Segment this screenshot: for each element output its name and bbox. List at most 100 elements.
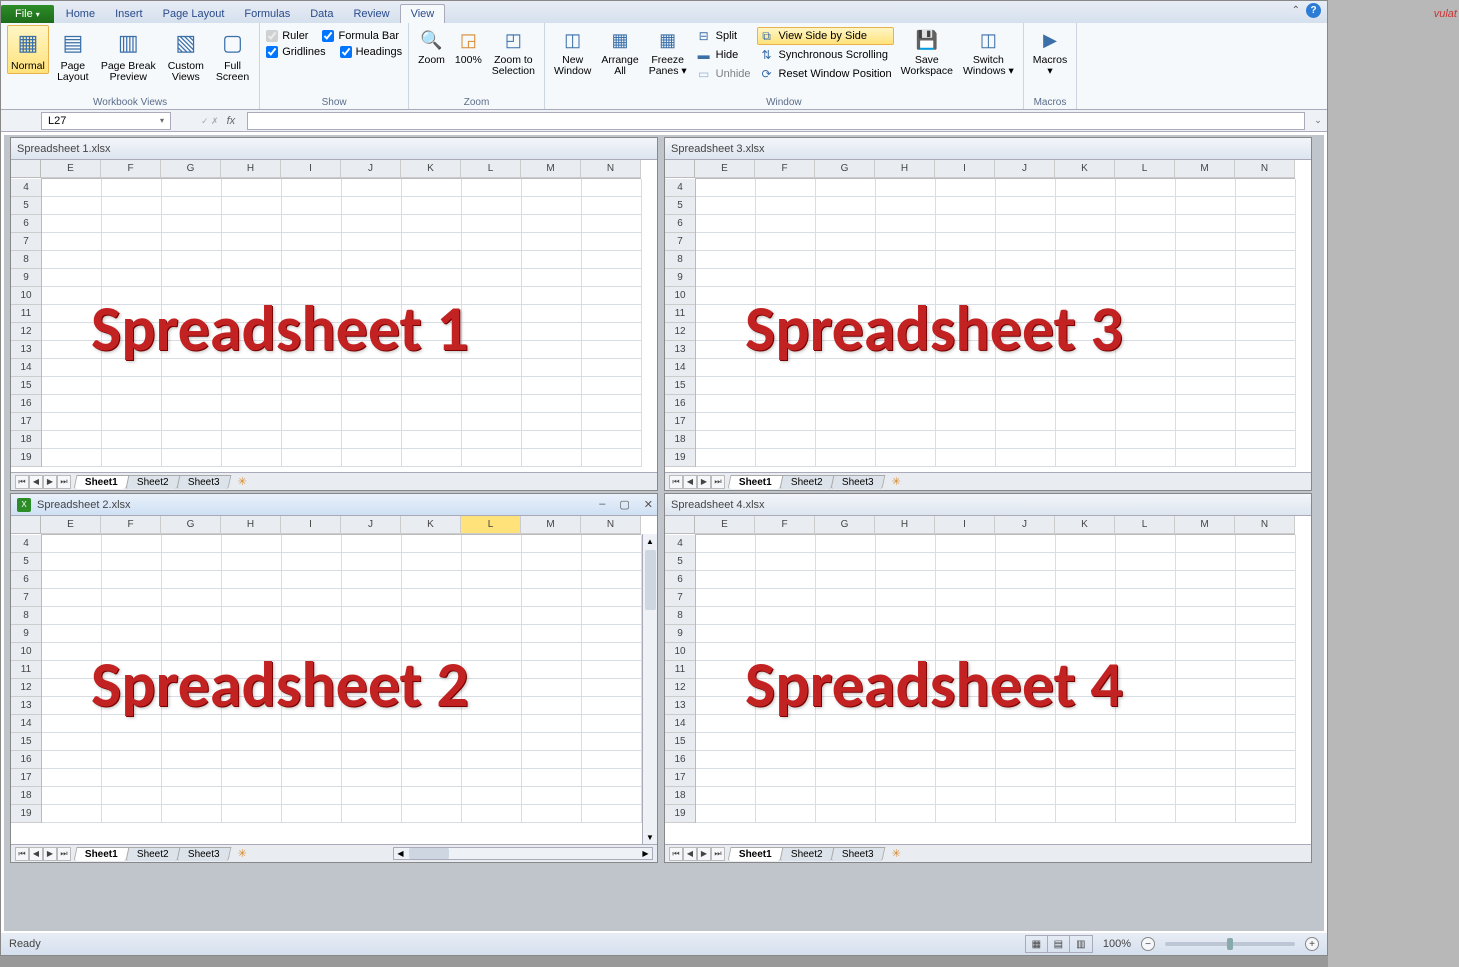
cell[interactable] xyxy=(1176,733,1236,751)
sheet-tab[interactable]: Sheet2 xyxy=(779,475,834,489)
cell[interactable] xyxy=(402,341,462,359)
cell[interactable] xyxy=(42,769,102,787)
page-layout-button[interactable]: ▤ Page Layout xyxy=(53,25,93,85)
cell[interactable] xyxy=(282,215,342,233)
col-header[interactable]: F xyxy=(101,160,161,178)
workbook-titlebar[interactable]: XSpreadsheet 2.xlsx–▢✕ xyxy=(11,494,657,516)
cell[interactable] xyxy=(816,269,876,287)
workbook-window-1[interactable]: Spreadsheet 1.xlsxEFGHIJKLMN456789101112… xyxy=(10,137,658,491)
cell[interactable] xyxy=(996,787,1056,805)
cell[interactable] xyxy=(1176,607,1236,625)
cell[interactable] xyxy=(582,431,642,449)
cell[interactable] xyxy=(1236,535,1296,553)
cell[interactable] xyxy=(42,733,102,751)
row-header[interactable]: 16 xyxy=(665,395,695,413)
cell[interactable] xyxy=(222,395,282,413)
cell[interactable] xyxy=(816,625,876,643)
cell[interactable] xyxy=(342,733,402,751)
cell[interactable] xyxy=(696,359,756,377)
cell[interactable] xyxy=(462,643,522,661)
cell[interactable] xyxy=(696,197,756,215)
cell[interactable] xyxy=(816,251,876,269)
cell[interactable] xyxy=(222,377,282,395)
cell[interactable] xyxy=(522,679,582,697)
cell[interactable] xyxy=(402,715,462,733)
cell[interactable] xyxy=(402,287,462,305)
cell[interactable] xyxy=(756,751,816,769)
cell[interactable] xyxy=(1056,359,1116,377)
cell[interactable] xyxy=(876,359,936,377)
col-header[interactable]: I xyxy=(281,160,341,178)
cell[interactable] xyxy=(996,553,1056,571)
new-sheet-icon[interactable]: ✳ xyxy=(232,475,252,488)
cell[interactable] xyxy=(1056,215,1116,233)
cell[interactable] xyxy=(522,625,582,643)
last-sheet-icon[interactable]: ⏭ xyxy=(711,847,725,861)
cell[interactable] xyxy=(522,697,582,715)
cell[interactable] xyxy=(816,359,876,377)
cell[interactable] xyxy=(1236,787,1296,805)
cell[interactable] xyxy=(342,607,402,625)
cell[interactable] xyxy=(876,553,936,571)
cell[interactable] xyxy=(462,431,522,449)
cell[interactable] xyxy=(756,449,816,467)
sheet-tab[interactable]: Sheet2 xyxy=(779,847,834,861)
cell[interactable] xyxy=(1236,341,1296,359)
cell[interactable] xyxy=(282,553,342,571)
cell[interactable] xyxy=(462,305,522,323)
cell[interactable] xyxy=(1116,589,1176,607)
col-header[interactable]: F xyxy=(755,516,815,534)
cell[interactable] xyxy=(582,607,642,625)
cell[interactable] xyxy=(222,269,282,287)
cell[interactable] xyxy=(162,449,222,467)
cell[interactable] xyxy=(876,625,936,643)
cell[interactable] xyxy=(1056,377,1116,395)
cell[interactable] xyxy=(282,305,342,323)
unhide-button[interactable]: ▭Unhide xyxy=(694,65,753,83)
cell[interactable] xyxy=(402,805,462,823)
cell[interactable] xyxy=(696,287,756,305)
cell[interactable] xyxy=(876,571,936,589)
cell[interactable] xyxy=(462,589,522,607)
cell[interactable] xyxy=(402,769,462,787)
cell[interactable] xyxy=(996,679,1056,697)
cell[interactable] xyxy=(42,697,102,715)
cell[interactable] xyxy=(1236,805,1296,823)
cell[interactable] xyxy=(42,607,102,625)
cell[interactable] xyxy=(162,715,222,733)
cell[interactable] xyxy=(162,751,222,769)
cell[interactable] xyxy=(282,341,342,359)
cell[interactable] xyxy=(222,413,282,431)
cell[interactable] xyxy=(696,697,756,715)
sheet-tab[interactable]: Sheet3 xyxy=(830,847,885,861)
cell[interactable] xyxy=(696,679,756,697)
cell[interactable] xyxy=(402,377,462,395)
cell[interactable] xyxy=(996,251,1056,269)
cell[interactable] xyxy=(816,395,876,413)
cell[interactable] xyxy=(756,733,816,751)
row-header[interactable]: 11 xyxy=(11,661,41,679)
cell[interactable] xyxy=(342,571,402,589)
cell[interactable] xyxy=(582,535,642,553)
cell[interactable] xyxy=(936,341,996,359)
cell[interactable] xyxy=(876,233,936,251)
cell[interactable] xyxy=(42,197,102,215)
tab-page-layout[interactable]: Page Layout xyxy=(153,5,235,23)
cell[interactable] xyxy=(1236,589,1296,607)
workbook-titlebar[interactable]: Spreadsheet 3.xlsx xyxy=(665,138,1311,160)
cell[interactable] xyxy=(162,805,222,823)
col-header[interactable]: G xyxy=(815,160,875,178)
col-header[interactable]: M xyxy=(1175,160,1235,178)
cell[interactable] xyxy=(816,661,876,679)
col-header[interactable]: J xyxy=(341,160,401,178)
tab-data[interactable]: Data xyxy=(300,5,343,23)
cell[interactable] xyxy=(162,413,222,431)
cell[interactable] xyxy=(522,197,582,215)
cell[interactable] xyxy=(1116,733,1176,751)
cell[interactable] xyxy=(42,305,102,323)
cell[interactable] xyxy=(42,233,102,251)
cell[interactable] xyxy=(522,607,582,625)
macros-button[interactable]: ▶ Macros ▾ xyxy=(1030,25,1070,79)
cell[interactable] xyxy=(876,661,936,679)
col-header[interactable]: H xyxy=(875,516,935,534)
